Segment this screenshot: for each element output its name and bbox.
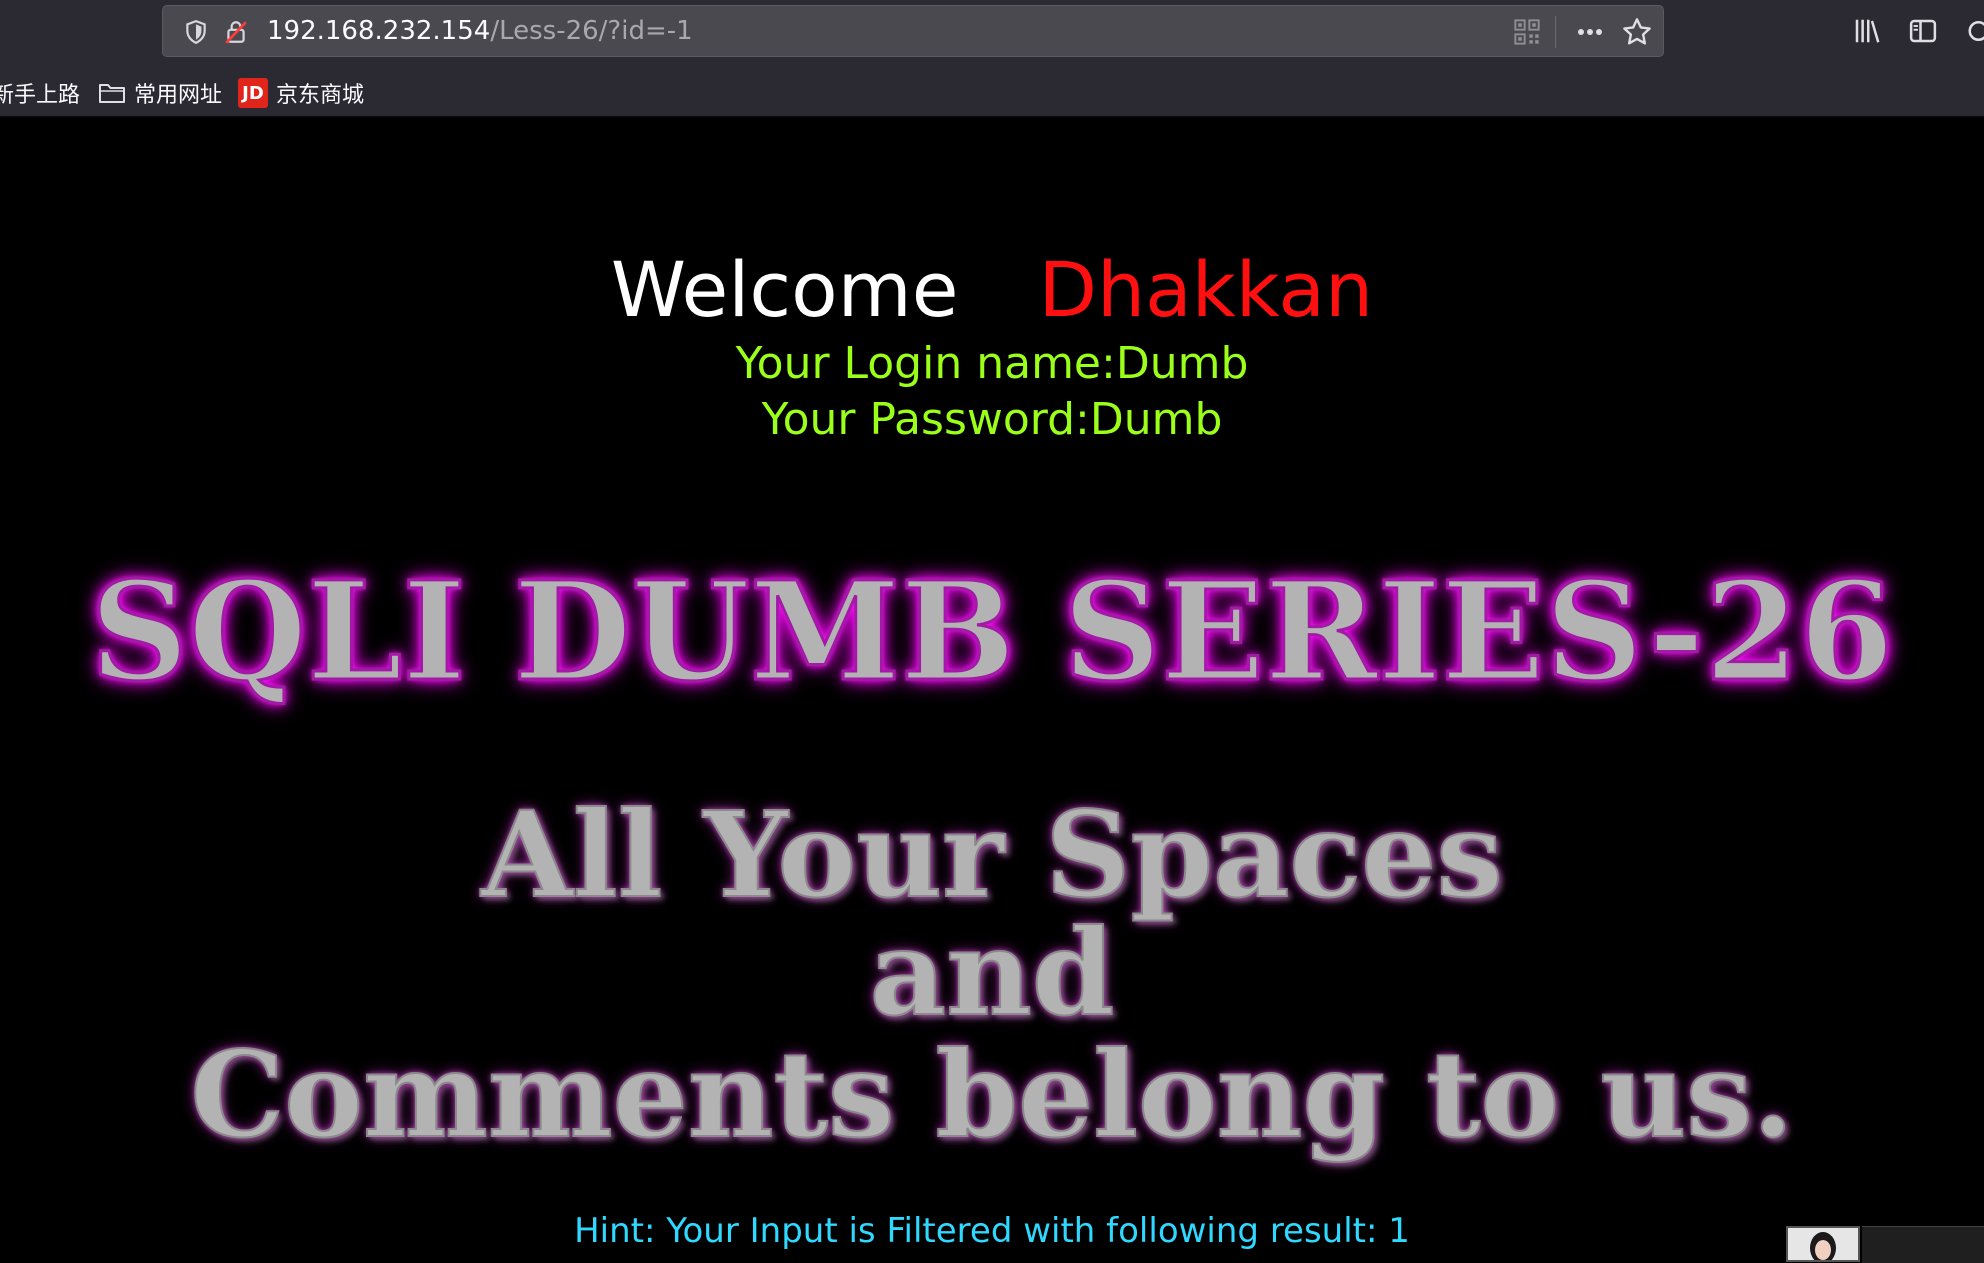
bookmark-star-icon[interactable]: [1621, 16, 1653, 48]
welcome-word: Welcome: [610, 245, 959, 334]
qr-code-icon[interactable]: [1513, 18, 1541, 46]
floating-panel: [1862, 1226, 1984, 1263]
bookmark-label: 京东商城: [276, 83, 365, 108]
sidebar-icon[interactable]: [1908, 16, 1938, 46]
folder-icon: [99, 84, 125, 103]
bookmark-newbie[interactable]: 新手上路: [0, 76, 80, 110]
jd-logo-icon: JD: [238, 78, 268, 108]
insecure-lock-icon[interactable]: [223, 19, 249, 45]
extension-icon[interactable]: [1966, 16, 1984, 46]
bookmark-common-sites[interactable]: 常用网址: [98, 76, 222, 110]
url-host: 192.168.232.154: [267, 16, 491, 46]
toolbar-separator: [1555, 16, 1556, 48]
shield-icon[interactable]: [183, 19, 209, 45]
avatar-portrait-icon: [1788, 1228, 1858, 1260]
url-text[interactable]: 192.168.232.154/Less-26/?id=-1: [267, 16, 693, 46]
slogan-line-3: Comments belong to us.: [189, 1025, 1794, 1164]
banner-title: SQLI DUMB SERIES-26: [89, 551, 1896, 714]
url-path: /Less-26/?id=-1: [490, 16, 693, 46]
more-actions-icon[interactable]: [1573, 16, 1607, 48]
password-text: Your Password:Dumb: [761, 394, 1223, 445]
bookmark-jd[interactable]: JD 京东商城: [238, 76, 364, 110]
bookmark-label: 常用网址: [134, 83, 223, 108]
browser-toolbar: 192.168.232.154/Less-26/?id=-1 新手上路 常用网址…: [0, 0, 1984, 117]
address-bar[interactable]: 192.168.232.154/Less-26/?id=-1: [162, 5, 1664, 57]
welcome-heading: Welcome Dhakkan: [0, 242, 1984, 338]
hint-text: Hint: Your Input is Filtered with follow…: [574, 1211, 1410, 1251]
avatar[interactable]: [1786, 1226, 1860, 1262]
login-name-text: Your Login name:Dumb: [735, 338, 1249, 389]
welcome-name: Dhakkan: [1038, 245, 1374, 334]
library-icon[interactable]: [1852, 16, 1882, 46]
bookmark-label: 新手上路: [0, 83, 81, 108]
slogan-line-2: and: [869, 903, 1116, 1042]
slogan-line-1: All Your Spaces: [480, 785, 1504, 924]
